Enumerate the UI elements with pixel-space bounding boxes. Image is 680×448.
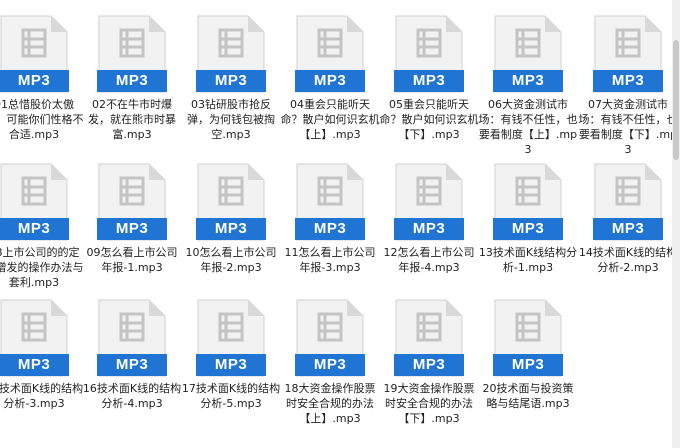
file-type-badge: MP3	[394, 354, 464, 376]
file-name-label: 05重会只能听天命？散户如何识玄机【下】.mp3	[379, 98, 479, 141]
mp3-file-icon: MP3	[295, 14, 365, 94]
file-type-badge: MP3	[97, 354, 167, 376]
file-type-badge: MP3	[97, 218, 167, 240]
file-name-label: 14技术面K线的结构分析-2.mp3	[578, 246, 678, 274]
file-item[interactable]: MP3 20技术面与投资策略与结尾语.mp3	[482, 298, 574, 446]
file-item[interactable]: MP3 13技术面K线结构分析-1.mp3	[479, 162, 577, 310]
mp3-file-icon: MP3	[394, 14, 464, 94]
file-name-label: 10怎么看上市公司年报-2.mp3	[185, 246, 277, 274]
file-item[interactable]: MP3 06大资金测试市场：有钱不任性，也要看制度【上】.mp3	[479, 14, 578, 162]
file-item[interactable]: MP3 11怎么看上市公司年报-3.mp3	[284, 162, 376, 310]
file-grid: MP3 01总惜股价太傲娇，可能你们性格不合适.mp3 MP3 02不在牛市时爆发，就…	[0, 0, 680, 448]
mp3-file-icon: MP3	[97, 298, 167, 378]
mp3-file-icon: MP3	[593, 162, 663, 242]
file-type-badge: MP3	[295, 218, 365, 240]
file-name-label: 04重会只能听天命？散户如何识玄机【上】.mp3	[280, 98, 380, 141]
file-name-label: 19大资金操作股票时安全合规的办法【下】.mp3	[383, 382, 475, 425]
file-type-badge: MP3	[196, 218, 266, 240]
file-type-badge: MP3	[97, 70, 167, 92]
file-name-label: 02不在牛市时爆发，就在熊市时暴富.mp3	[88, 98, 176, 141]
file-name-label: 20技术面与投资策略与结尾语.mp3	[482, 382, 574, 410]
file-type-badge: MP3	[196, 70, 266, 92]
file-name-label: 07大资金测试市场：有钱不任性，也要看制度【下】.mp3	[578, 98, 678, 156]
mp3-file-icon: MP3	[97, 162, 167, 242]
scroll-thumb[interactable]	[673, 40, 679, 160]
file-name-label: 18大资金操作股票时安全合规的办法【上】.mp3	[284, 382, 376, 425]
file-type-badge: MP3	[0, 70, 69, 92]
vertical-scrollbar[interactable]	[672, 0, 680, 448]
mp3-file-icon: MP3	[493, 14, 563, 94]
file-name-label: 16技术面K线的结构分析-4.mp3	[82, 382, 182, 410]
file-name-label: 15技术面K线的结构分析-3.mp3	[0, 382, 84, 410]
mp3-file-icon: MP3	[295, 162, 365, 242]
mp3-file-icon: MP3	[0, 14, 69, 94]
mp3-file-icon: MP3	[97, 14, 167, 94]
mp3-file-icon: MP3	[295, 298, 365, 378]
file-name-label: 01总惜股价太傲娇，可能你们性格不合适.mp3	[0, 98, 84, 141]
file-type-badge: MP3	[394, 218, 464, 240]
file-item[interactable]: MP3 17技术面K线的结构分析-5.mp3	[182, 298, 280, 446]
mp3-file-icon: MP3	[0, 298, 69, 378]
file-type-badge: MP3	[295, 354, 365, 376]
file-type-badge: MP3	[593, 70, 663, 92]
mp3-file-icon: MP3	[394, 162, 464, 242]
mp3-file-icon: MP3	[0, 162, 69, 242]
file-type-badge: MP3	[295, 70, 365, 92]
file-item[interactable]: MP3 16技术面K线的结构分析-4.mp3	[83, 298, 181, 446]
mp3-file-icon: MP3	[196, 162, 266, 242]
file-item[interactable]: MP3 08上市公司的的定向增发的操作办法与套利.mp3	[0, 162, 84, 310]
file-item[interactable]: MP3 09怎么看上市公司年报-1.mp3	[86, 162, 178, 310]
file-name-label: 09怎么看上市公司年报-1.mp3	[86, 246, 178, 274]
mp3-file-icon: MP3	[493, 298, 563, 378]
file-item[interactable]: MP3 12怎么看上市公司年报-4.mp3	[383, 162, 475, 310]
file-type-badge: MP3	[493, 218, 563, 240]
file-item[interactable]: MP3 03钻研股市抢反弹，为何钱包被掏空.mp3	[185, 14, 277, 162]
file-item[interactable]: MP3 01总惜股价太傲娇，可能你们性格不合适.mp3	[0, 14, 84, 162]
file-name-label: 11怎么看上市公司年报-3.mp3	[284, 246, 376, 274]
file-name-label: 08上市公司的的定向增发的操作办法与套利.mp3	[0, 246, 84, 289]
file-name-label: 12怎么看上市公司年报-4.mp3	[383, 246, 475, 274]
file-item[interactable]: MP3 10怎么看上市公司年报-2.mp3	[185, 162, 277, 310]
file-name-label: 06大资金测试市场：有钱不任性，也要看制度【上】.mp3	[478, 98, 578, 156]
file-item[interactable]: MP3 04重会只能听天命？散户如何识玄机【上】.mp3	[281, 14, 380, 162]
mp3-file-icon: MP3	[196, 298, 266, 378]
file-type-badge: MP3	[0, 218, 69, 240]
file-type-badge: MP3	[493, 354, 563, 376]
file-type-badge: MP3	[0, 354, 69, 376]
file-item[interactable]: MP3 14技术面K线的结构分析-2.mp3	[579, 162, 677, 310]
file-item[interactable]: MP3 15技术面K线的结构分析-3.mp3	[0, 298, 83, 446]
file-type-badge: MP3	[593, 218, 663, 240]
mp3-file-icon: MP3	[493, 162, 563, 242]
file-type-badge: MP3	[394, 70, 464, 92]
file-item[interactable]: MP3 05重会只能听天命？散户如何识玄机【下】.mp3	[380, 14, 479, 162]
file-type-badge: MP3	[493, 70, 563, 92]
file-item[interactable]: MP3 07大资金测试市场：有钱不任性，也要看制度【下】.mp3	[579, 14, 678, 162]
file-name-label: 03钻研股市抢反弹，为何钱包被掏空.mp3	[187, 98, 275, 141]
file-name-label: 17技术面K线的结构分析-5.mp3	[181, 382, 281, 410]
mp3-file-icon: MP3	[394, 298, 464, 378]
file-item[interactable]: MP3 02不在牛市时爆发，就在熊市时暴富.mp3	[86, 14, 178, 162]
file-type-badge: MP3	[196, 354, 266, 376]
file-name-label: 13技术面K线结构分析-1.mp3	[478, 246, 578, 274]
file-item[interactable]: MP3 19大资金操作股票时安全合规的办法【下】.mp3	[383, 298, 475, 446]
file-item[interactable]: MP3 18大资金操作股票时安全合规的办法【上】.mp3	[284, 298, 376, 446]
mp3-file-icon: MP3	[196, 14, 266, 94]
mp3-file-icon: MP3	[593, 14, 663, 94]
